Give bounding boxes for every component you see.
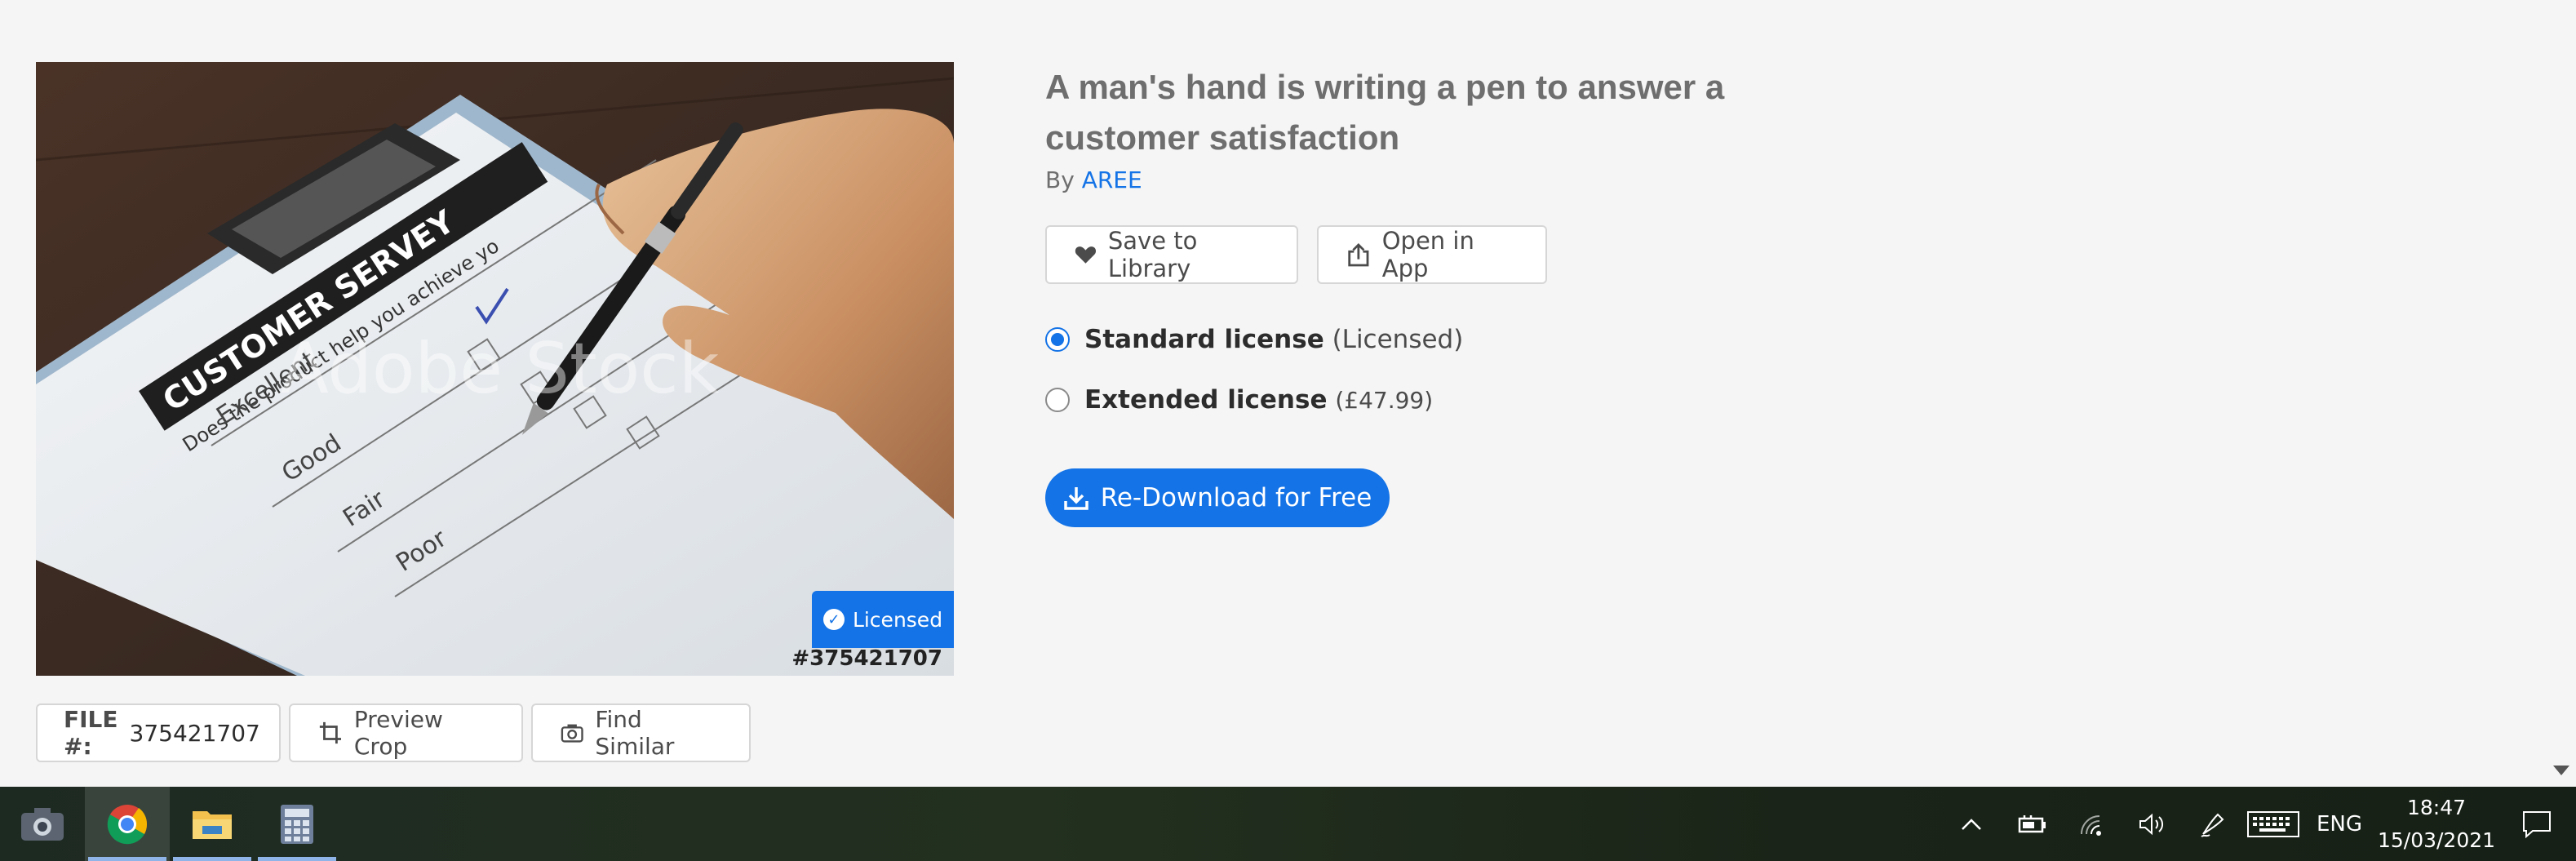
show-hidden-icons-button[interactable] bbox=[1941, 787, 2002, 861]
open-in-app-button[interactable]: Open in App bbox=[1317, 225, 1547, 284]
licensed-badge: ✓ Licensed bbox=[812, 591, 954, 648]
file-id-overlay: #375421707 bbox=[791, 646, 942, 671]
licensed-badge-label: Licensed bbox=[852, 607, 943, 632]
extended-license-text: Extended license (£47.99) bbox=[1084, 385, 1433, 415]
taskbar-chrome-app[interactable] bbox=[85, 787, 170, 861]
pen-icon bbox=[2201, 813, 2224, 837]
byline-prefix: By bbox=[1045, 166, 1075, 193]
calculator-icon bbox=[281, 804, 313, 844]
stock-photo-illustration: CUSTOMER SERVEY Does the product help yo… bbox=[36, 62, 954, 676]
file-number-value: 375421707 bbox=[129, 719, 260, 747]
re-download-label: Re-Download for Free bbox=[1100, 483, 1372, 513]
asset-title: A man's hand is writing a pen to answer … bbox=[1045, 68, 1725, 157]
check-circle-icon: ✓ bbox=[822, 609, 845, 630]
standard-license-note: (Licensed) bbox=[1332, 325, 1464, 354]
extended-license-name: Extended license bbox=[1084, 385, 1328, 415]
chrome-icon bbox=[107, 804, 148, 844]
standard-license-name: Standard license bbox=[1084, 325, 1324, 354]
author-link[interactable]: AREE bbox=[1082, 166, 1142, 193]
chevron-up-icon bbox=[1962, 818, 1981, 830]
file-toolbar: FILE #: 375421707 Preview Crop Find Simi… bbox=[36, 703, 751, 762]
extended-license-option[interactable]: Extended license (£47.99) bbox=[1045, 385, 1433, 415]
pen-workspace-button[interactable] bbox=[2183, 787, 2243, 861]
file-number-box: FILE #: 375421707 bbox=[36, 703, 281, 762]
save-to-library-button[interactable]: Save to Library bbox=[1045, 225, 1298, 284]
action-center-button[interactable] bbox=[2498, 787, 2576, 861]
extended-license-radio[interactable] bbox=[1045, 388, 1070, 412]
camera-icon bbox=[561, 724, 583, 743]
speaker-icon bbox=[2139, 813, 2164, 835]
download-icon bbox=[1063, 487, 1088, 510]
save-to-library-label: Save to Library bbox=[1107, 227, 1198, 282]
file-number-label: FILE #: bbox=[64, 706, 118, 760]
find-similar-label: Find Similar bbox=[595, 706, 675, 760]
re-download-button[interactable]: Re-Download for Free bbox=[1045, 468, 1390, 527]
notification-icon bbox=[2523, 810, 2551, 838]
clock-time: 18:47 bbox=[2406, 795, 2467, 819]
taskbar-clock[interactable]: 18:47 15/03/2021 bbox=[2375, 792, 2498, 857]
taskbar-file-explorer-app[interactable] bbox=[170, 787, 255, 861]
preview-crop-button[interactable]: Preview Crop bbox=[289, 703, 523, 762]
heart-icon bbox=[1075, 246, 1097, 264]
extended-license-price: (£47.99) bbox=[1335, 387, 1434, 414]
open-in-app-label: Open in App bbox=[1381, 227, 1474, 282]
standard-license-radio[interactable] bbox=[1045, 327, 1070, 352]
share-icon bbox=[1348, 242, 1369, 267]
wifi-icon bbox=[2081, 814, 2101, 836]
standard-license-text: Standard license (Licensed) bbox=[1084, 325, 1463, 354]
windows-taskbar: ENG 18:47 15/03/2021 bbox=[0, 787, 2576, 861]
crop-icon bbox=[319, 721, 342, 744]
taskbar-camera-app[interactable] bbox=[0, 787, 85, 861]
camera-icon bbox=[21, 807, 64, 841]
stock-image[interactable]: CUSTOMER SERVEY Does the product help yo… bbox=[36, 62, 954, 676]
active-app-indicator bbox=[88, 857, 166, 861]
watermark-text: Adobe Stock bbox=[281, 328, 720, 410]
battery-charging-icon bbox=[2018, 814, 2046, 832]
network-tray-button[interactable] bbox=[2062, 787, 2122, 861]
keyboard-icon bbox=[2247, 810, 2299, 837]
volume-tray-button[interactable] bbox=[2122, 787, 2183, 861]
preview-crop-label: Preview Crop bbox=[353, 706, 443, 760]
scroll-down-arrow-icon[interactable] bbox=[2553, 766, 2569, 775]
clock-date: 15/03/2021 bbox=[2377, 828, 2496, 852]
battery-tray-button[interactable] bbox=[2002, 787, 2062, 861]
standard-license-option[interactable]: Standard license (Licensed) bbox=[1045, 325, 1463, 354]
byline: By AREE bbox=[1045, 166, 1142, 193]
find-similar-button[interactable]: Find Similar bbox=[531, 703, 751, 762]
input-language-indicator[interactable]: ENG bbox=[2303, 812, 2375, 837]
file-explorer-icon bbox=[193, 810, 232, 839]
running-app-indicator bbox=[258, 857, 336, 861]
touch-keyboard-button[interactable] bbox=[2243, 787, 2303, 861]
system-tray: ENG 18:47 15/03/2021 bbox=[1941, 787, 2576, 861]
running-app-indicator bbox=[173, 857, 251, 861]
taskbar-calculator-app[interactable] bbox=[255, 787, 339, 861]
